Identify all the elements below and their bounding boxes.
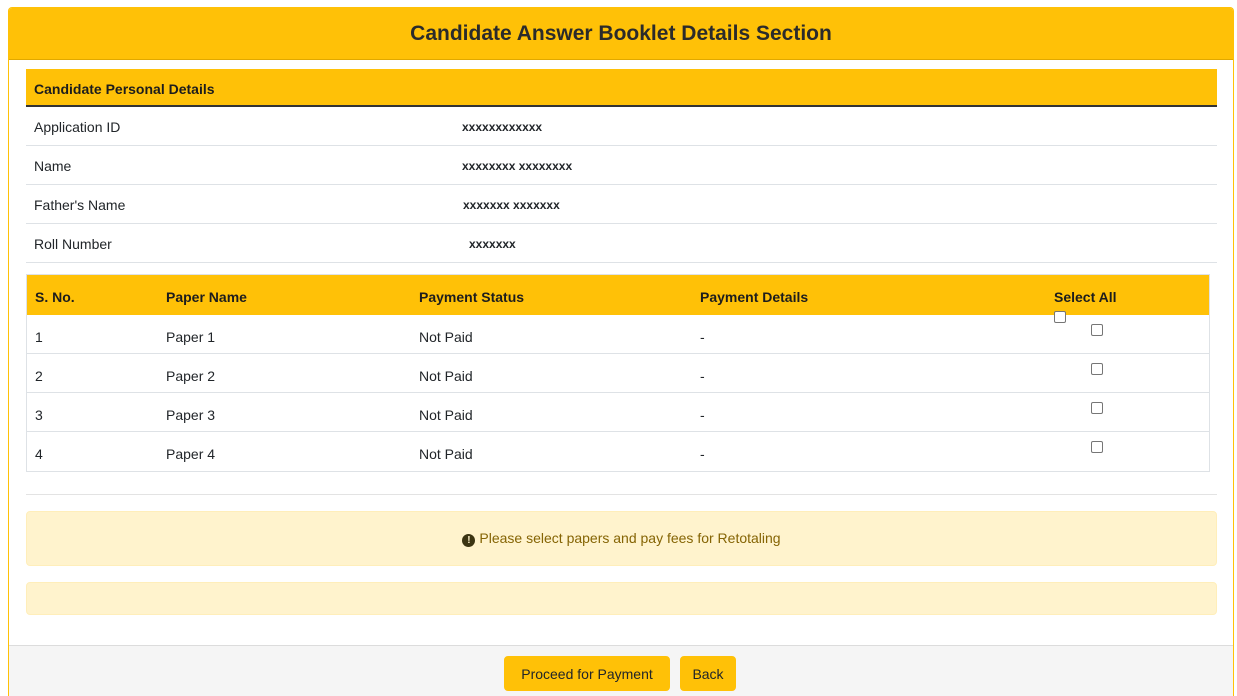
row-checkbox[interactable] [1091, 363, 1103, 375]
booklet-panel: Candidate Answer Booklet Details Section… [8, 7, 1234, 696]
cell-payment-details: - [700, 407, 705, 423]
row-checkbox[interactable] [1091, 441, 1103, 453]
table-row: 2 Paper 2 Not Paid - [27, 354, 1209, 393]
detail-value: xxxxxxx [469, 237, 516, 251]
detail-label: Father's Name [34, 197, 126, 213]
col-header-sno: S. No. [35, 289, 75, 305]
cell-payment-details: - [700, 368, 705, 384]
row-checkbox[interactable] [1091, 324, 1103, 336]
select-all-control[interactable]: Select All [1054, 289, 1117, 323]
detail-row-application-id: Application ID xxxxxxxxxxxx [26, 107, 1217, 146]
row-checkbox[interactable] [1091, 402, 1103, 414]
detail-row-roll-number: Roll Number xxxxxxx [26, 224, 1217, 263]
section-divider [26, 494, 1217, 495]
detail-label: Roll Number [34, 236, 112, 252]
table-row: 1 Paper 1 Not Paid - [27, 315, 1209, 354]
col-header-payment-details: Payment Details [700, 289, 809, 305]
cell-sno: 4 [35, 446, 43, 462]
detail-row-fathers-name: Father's Name xxxxxxx xxxxxxx [26, 185, 1217, 224]
cell-sno: 3 [35, 407, 43, 423]
personal-details-table: Candidate Personal Details Application I… [26, 69, 1217, 263]
personal-details-title: Candidate Personal Details [26, 69, 1217, 107]
cell-paper-name: Paper 2 [166, 368, 216, 384]
proceed-for-payment-button[interactable]: Proceed for Payment [504, 656, 670, 691]
page-title: Candidate Answer Booklet Details Section [9, 8, 1233, 60]
detail-value: xxxxxxxxxxxx [462, 120, 543, 134]
alert-text: Please select papers and pay fees for Re… [479, 530, 781, 546]
empty-alert [26, 582, 1217, 615]
cell-paper-name: Paper 1 [166, 329, 216, 345]
info-alert: ! Please select papers and pay fees for R… [26, 511, 1217, 566]
cell-payment-status: Not Paid [419, 368, 473, 384]
table-row: 4 Paper 4 Not Paid - [27, 432, 1209, 471]
cell-paper-name: Paper 3 [166, 407, 216, 423]
footer-bar: Proceed for Payment Back [9, 645, 1233, 696]
cell-payment-details: - [700, 446, 705, 462]
cell-sno: 1 [35, 329, 43, 345]
cell-payment-status: Not Paid [419, 446, 473, 462]
papers-table-header: S. No. Paper Name Payment Status Payment… [27, 275, 1209, 323]
cell-paper-name: Paper 4 [166, 446, 216, 462]
back-button[interactable]: Back [680, 656, 736, 691]
cell-payment-details: - [700, 329, 705, 345]
col-header-payment-status: Payment Status [419, 289, 525, 305]
select-all-label: Select All [1054, 289, 1117, 305]
table-row: 3 Paper 3 Not Paid - [27, 393, 1209, 432]
papers-table: S. No. Paper Name Payment Status Payment… [26, 274, 1210, 472]
detail-value: xxxxxxxx xxxxxxxx [462, 159, 573, 173]
detail-row-name: Name xxxxxxxx xxxxxxxx [26, 146, 1217, 185]
cell-payment-status: Not Paid [419, 329, 473, 345]
col-header-paper-name: Paper Name [166, 289, 247, 305]
detail-value: xxxxxxx xxxxxxx [463, 198, 560, 212]
exclamation-circle-icon: ! [462, 534, 476, 547]
cell-sno: 2 [35, 368, 43, 384]
detail-label: Name [34, 158, 72, 174]
cell-payment-status: Not Paid [419, 407, 473, 423]
detail-label: Application ID [34, 119, 121, 135]
